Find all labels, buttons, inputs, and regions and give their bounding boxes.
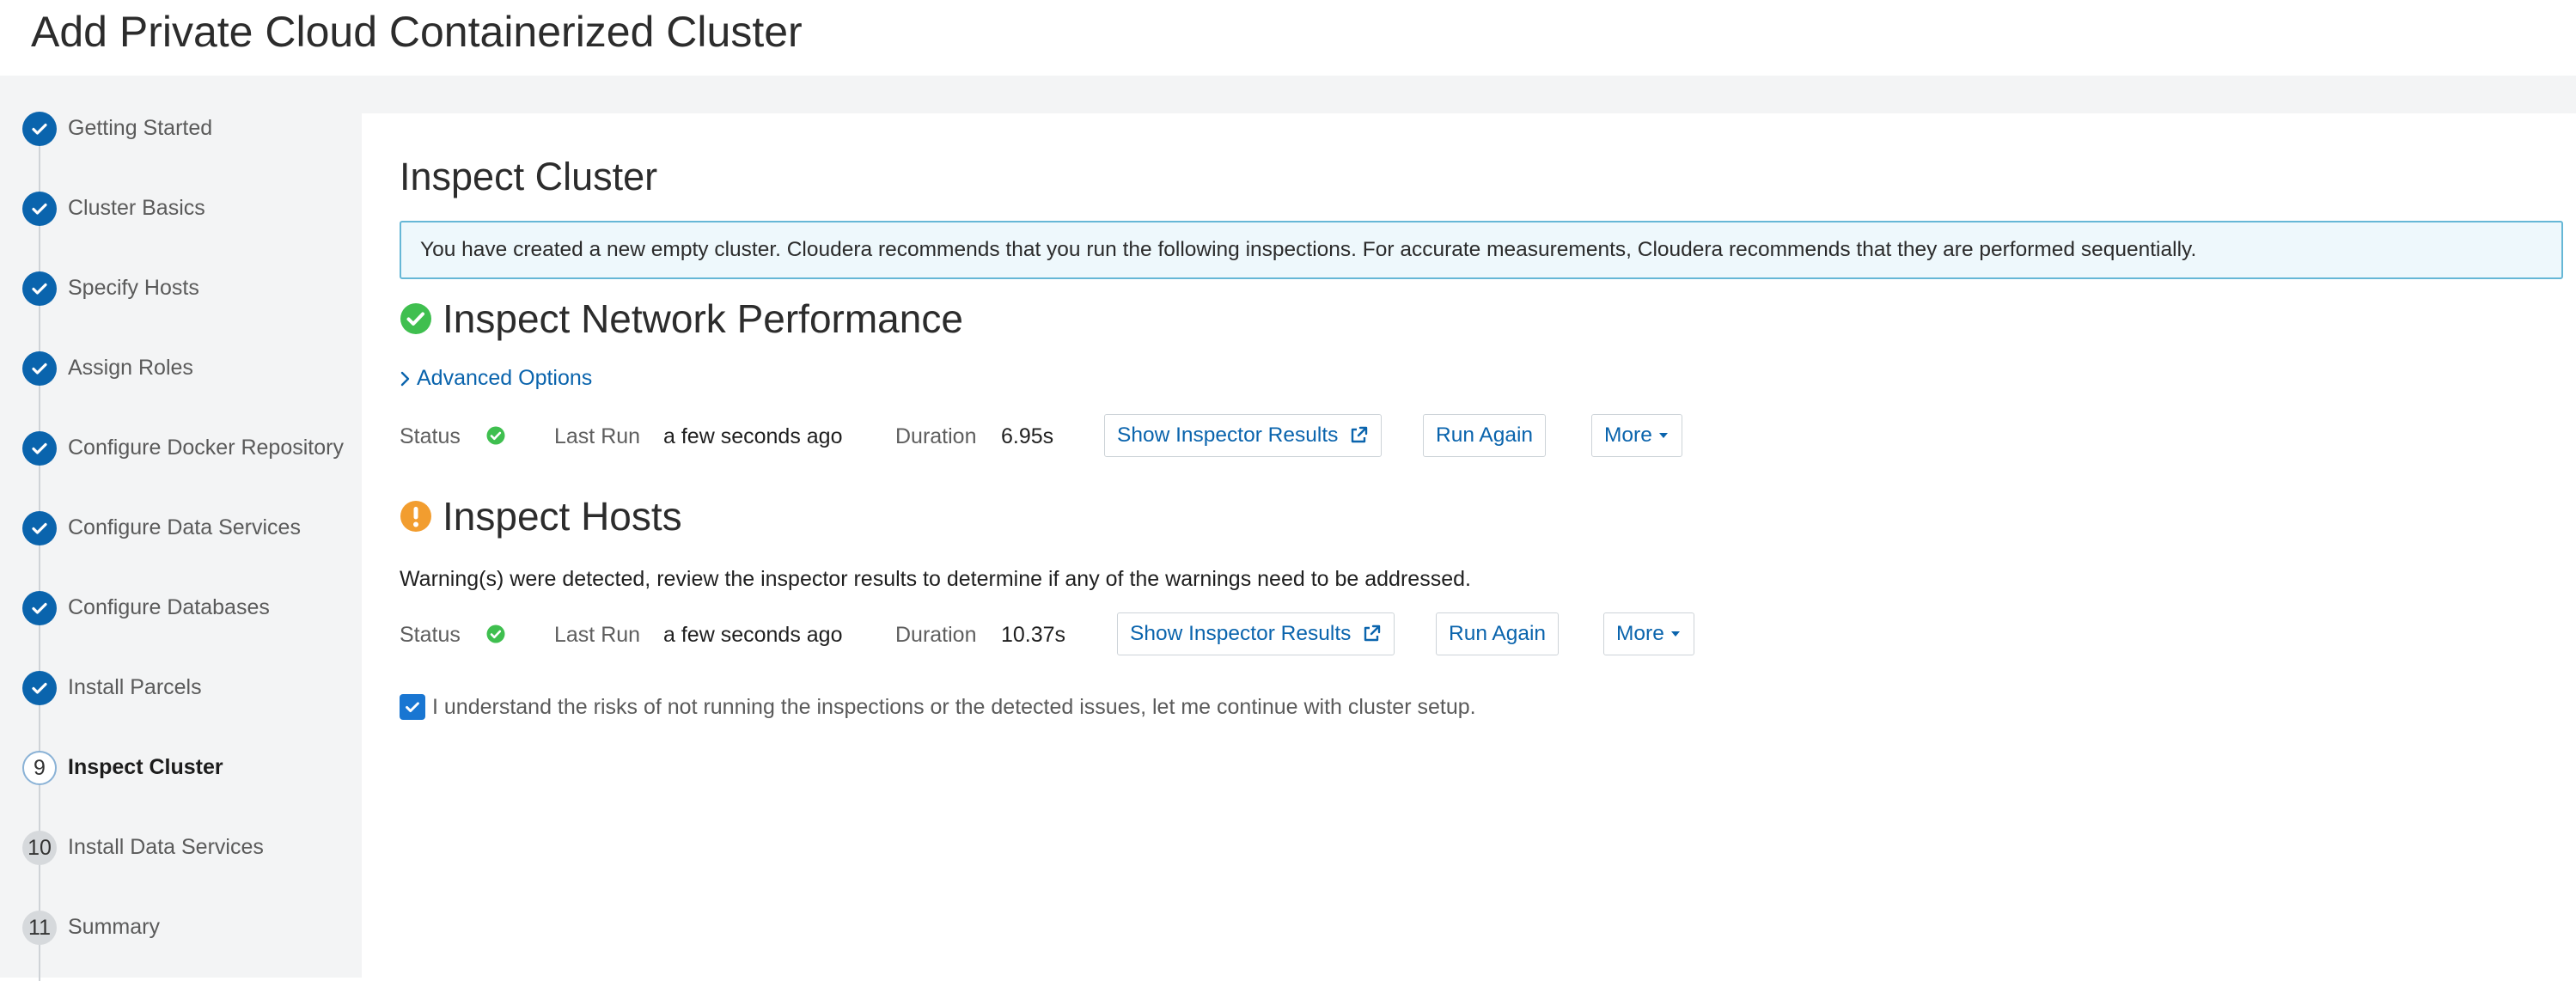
last-run-label: Last Run	[554, 424, 641, 448]
advanced-options-label: Advanced Options	[417, 366, 593, 390]
duration-label: Duration	[895, 623, 977, 647]
wizard-step-label: Configure Databases	[68, 595, 270, 619]
step-number: 9	[22, 751, 57, 785]
step-number: 10	[22, 831, 57, 865]
last-run-value: a few seconds ago	[663, 424, 843, 448]
wizard-step-inspect-cluster[interactable]: 9 Inspect Cluster	[0, 746, 361, 789]
wizard-step-cluster-basics[interactable]: Cluster Basics	[0, 187, 361, 230]
wizard-step-specify-hosts[interactable]: Specify Hosts	[0, 267, 361, 310]
wizard-step-configure-docker-repository[interactable]: Configure Docker Repository	[0, 427, 361, 470]
wizard-step-summary: 11 Summary	[0, 906, 361, 949]
duration-value: 6.95s	[1001, 424, 1054, 448]
wizard-step-label: Install Parcels	[68, 675, 202, 699]
more-dropdown-button[interactable]: More	[1603, 612, 1694, 655]
wizard-step-assign-roles[interactable]: Assign Roles	[0, 347, 361, 390]
external-link-icon	[1352, 426, 1368, 443]
wizard-step-label: Configure Docker Repository	[68, 436, 344, 460]
caret-down-icon	[1670, 631, 1680, 637]
section-heading: Inspect Cluster	[400, 155, 658, 198]
show-inspector-results-button[interactable]: Show Inspector Results	[1117, 612, 1395, 655]
check-icon	[22, 112, 57, 146]
hosts-inspection-title: Inspect Hosts	[400, 493, 682, 539]
last-run-value: a few seconds ago	[663, 623, 843, 647]
wizard-step-label: Install Data Services	[68, 835, 264, 859]
wizard-step-label: Cluster Basics	[68, 196, 205, 220]
wizard-step-label: Summary	[68, 915, 160, 939]
wizard-step-label: Configure Data Services	[68, 515, 301, 539]
page-title: Add Private Cloud Containerized Cluster	[31, 8, 803, 56]
hosts-warning-message: Warning(s) were detected, review the ins…	[400, 567, 1471, 591]
check-icon	[22, 192, 57, 226]
run-again-button[interactable]: Run Again	[1436, 612, 1560, 655]
wizard-step-getting-started[interactable]: Getting Started	[0, 107, 361, 150]
more-label: More	[1604, 423, 1652, 447]
status-label: Status	[400, 623, 461, 647]
more-label: More	[1616, 622, 1664, 645]
duration-label: Duration	[895, 424, 977, 448]
status-ok-icon	[486, 426, 505, 445]
check-icon	[22, 671, 57, 705]
main-panel: Inspect Cluster You have created a new e…	[362, 113, 2576, 978]
check-icon	[22, 431, 57, 466]
show-inspector-results-label: Show Inspector Results	[1117, 423, 1339, 447]
acknowledge-risk: I understand the risks of not running th…	[400, 694, 1476, 720]
network-inspection-title-text: Inspect Network Performance	[443, 296, 963, 341]
more-dropdown-button[interactable]: More	[1591, 414, 1682, 457]
wizard-step-label: Inspect Cluster	[68, 755, 223, 779]
show-inspector-results-button[interactable]: Show Inspector Results	[1104, 414, 1383, 457]
external-link-icon	[1364, 625, 1381, 642]
checkmark-icon	[406, 702, 419, 713]
wizard-step-label: Specify Hosts	[68, 276, 199, 300]
hosts-inspection-row: Status Last Run a few seconds ago Durati…	[400, 612, 2462, 655]
check-icon	[22, 591, 57, 625]
page-header: Add Private Cloud Containerized Cluster	[0, 0, 2576, 76]
duration-value: 10.37s	[1001, 623, 1066, 647]
advanced-options-link[interactable]: Advanced Options	[400, 366, 592, 391]
hosts-inspection-title-text: Inspect Hosts	[443, 494, 682, 539]
step-number: 11	[22, 911, 57, 945]
status-ok-icon	[486, 625, 505, 643]
status-label: Status	[400, 424, 461, 448]
info-alert: You have created a new empty cluster. Cl…	[400, 221, 2563, 279]
last-run-label: Last Run	[554, 623, 641, 647]
wizard-step-label: Getting Started	[68, 116, 213, 140]
caret-down-icon	[1658, 433, 1668, 438]
check-icon	[22, 511, 57, 545]
wizard-step-configure-data-services[interactable]: Configure Data Services	[0, 507, 361, 550]
warning-circle-icon	[400, 501, 431, 532]
wizard-step-label: Assign Roles	[68, 356, 193, 380]
check-icon	[22, 351, 57, 386]
check-icon	[22, 271, 57, 306]
run-again-button[interactable]: Run Again	[1423, 414, 1547, 457]
check-circle-icon	[400, 303, 431, 334]
acknowledge-checkbox[interactable]	[400, 694, 425, 720]
network-inspection-title: Inspect Network Performance	[400, 296, 963, 342]
chevron-right-icon	[400, 371, 410, 386]
acknowledge-label[interactable]: I understand the risks of not running th…	[432, 695, 1476, 720]
wizard-step-install-parcels[interactable]: Install Parcels	[0, 667, 361, 710]
show-inspector-results-label: Show Inspector Results	[1130, 622, 1352, 645]
wizard-step-configure-databases[interactable]: Configure Databases	[0, 587, 361, 630]
network-inspection-row: Status Last Run a few seconds ago Durati…	[400, 414, 2462, 457]
wizard-step-install-data-services: 10 Install Data Services	[0, 826, 361, 869]
